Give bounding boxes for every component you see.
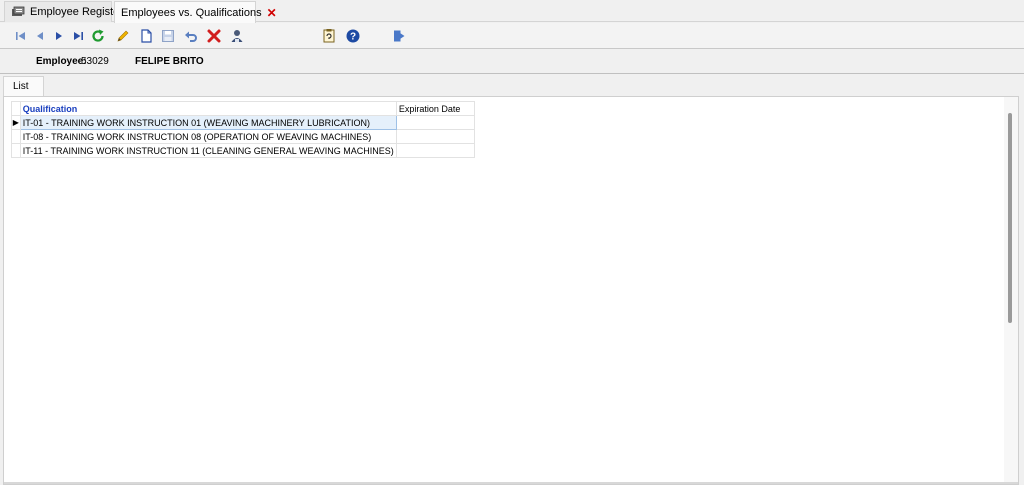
refresh-icon (92, 29, 104, 42)
delete-icon (207, 29, 221, 43)
employee-label: Employee: (36, 56, 87, 67)
expiration-date-cell[interactable] (395, 143, 476, 158)
tab-employee-register[interactable]: Employee Register (4, 1, 123, 22)
undo-button[interactable] (183, 28, 199, 44)
edit-button[interactable] (115, 28, 131, 44)
qualification-cell[interactable]: IT-01 - TRAINING WORK INSTRUCTION 01 (WE… (19, 115, 397, 130)
svg-text:?: ? (350, 32, 356, 43)
toolbar: ? (0, 23, 1024, 49)
vertical-scrollbar[interactable] (1004, 97, 1018, 484)
new-button[interactable] (138, 28, 154, 44)
column-header-qualification[interactable]: Qualification (19, 101, 397, 116)
close-icon[interactable]: ✕ (267, 6, 277, 20)
row-indicator-header (11, 101, 21, 116)
tab-list[interactable]: List (3, 76, 44, 96)
help-button[interactable]: ? (345, 28, 361, 44)
next-record-button[interactable] (51, 28, 67, 44)
help-icon: ? (346, 29, 360, 43)
exit-icon (394, 30, 405, 42)
refresh-button[interactable] (90, 28, 106, 44)
table-row[interactable]: IT-08 - TRAINING WORK INSTRUCTION 08 (OP… (11, 129, 476, 144)
previous-record-button[interactable] (32, 28, 48, 44)
list-panel: Qualification Expiration Date ▶ IT-01 - … (3, 96, 1019, 485)
previous-record-icon (37, 32, 43, 40)
delete-button[interactable] (206, 28, 222, 44)
tab-label: Employee Register (30, 6, 123, 18)
qualification-cell[interactable]: IT-08 - TRAINING WORK INSTRUCTION 08 (OP… (19, 129, 397, 144)
employee-number: 53029 (81, 56, 109, 67)
table-row[interactable]: IT-11 - TRAINING WORK INSTRUCTION 11 (CL… (11, 143, 476, 158)
pencil-icon (117, 30, 129, 42)
tab-employees-vs-qualifications[interactable]: Employees vs. Qualifications ✕ (114, 1, 277, 23)
scrollbar-thumb[interactable] (1008, 113, 1012, 323)
next-record-icon (56, 32, 62, 40)
tab-list-label: List (13, 81, 29, 92)
qualification-cell[interactable]: IT-11 - TRAINING WORK INSTRUCTION 11 (CL… (19, 143, 397, 158)
report-button[interactable] (321, 28, 337, 44)
expiration-date-cell[interactable] (395, 129, 476, 144)
panel-bottom-border (4, 482, 1018, 484)
tab-label: Employees vs. Qualifications (121, 6, 262, 19)
current-row-indicator-icon: ▶ (11, 115, 21, 130)
column-header-expiration-date[interactable]: Expiration Date (395, 101, 476, 116)
last-record-icon (74, 32, 83, 40)
row-indicator (11, 129, 21, 144)
first-record-icon (16, 32, 25, 40)
employee-search-button[interactable] (229, 28, 245, 44)
employee-info: Employee: 53029 FELIPE BRITO (0, 50, 1024, 74)
inner-tab-bar: List (0, 75, 1024, 96)
expiration-date-cell[interactable] (395, 115, 476, 130)
row-indicator (11, 143, 21, 158)
qualifications-grid: Qualification Expiration Date ▶ IT-01 - … (11, 101, 476, 158)
save-button[interactable] (160, 28, 176, 44)
save-icon (162, 30, 174, 42)
table-row[interactable]: ▶ IT-01 - TRAINING WORK INSTRUCTION 01 (… (11, 115, 476, 130)
employee-search-icon (231, 30, 243, 42)
last-record-button[interactable] (70, 28, 86, 44)
grid-header-row: Qualification Expiration Date (11, 101, 476, 116)
employee-name: FELIPE BRITO (135, 56, 204, 67)
report-icon (323, 29, 335, 43)
undo-icon (185, 31, 197, 42)
employee-register-icon (11, 6, 25, 18)
exit-button[interactable] (391, 28, 407, 44)
document-tab-strip: Employee Register Employees vs. Qualific… (0, 0, 1024, 23)
first-record-button[interactable] (13, 28, 29, 44)
new-document-icon (141, 29, 152, 43)
